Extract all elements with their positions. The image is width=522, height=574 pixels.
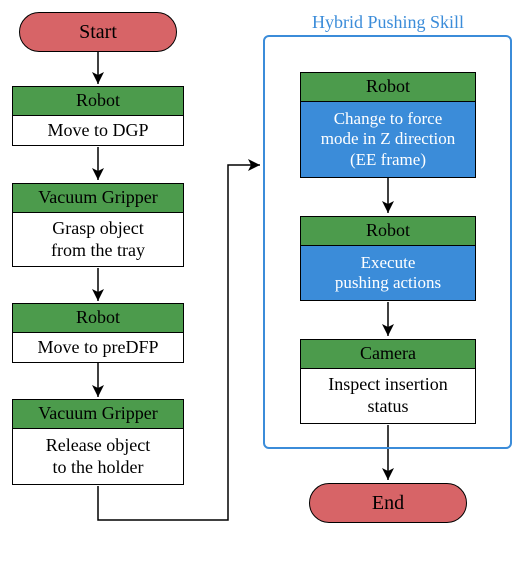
left-block-1-header-label: Robot (76, 90, 120, 112)
start-terminal: Start (19, 12, 177, 52)
left-block-4-body: Release object to the holder (12, 429, 184, 485)
end-terminal: End (309, 483, 467, 523)
skill-step-3-body-text: Inspect insertion status (328, 374, 447, 417)
left-block-2-body-text: Grasp object from the tray (51, 218, 145, 261)
skill-step-2-header: Robot (300, 216, 476, 246)
skill-step-3-header: Camera (300, 339, 476, 369)
left-block-4-body-text: Release object to the holder (46, 435, 150, 478)
skill-step-1-header: Robot (300, 72, 476, 102)
skill-step-1-body: Change to force mode in Z direction (EE … (300, 102, 476, 178)
skill-step-2-header-label: Robot (366, 220, 410, 242)
skill-step-2-body: Execute pushing actions (300, 246, 476, 301)
left-block-3-header-label: Robot (76, 307, 120, 329)
left-block-1-body-text: Move to DGP (47, 120, 148, 142)
left-block-4-header: Vacuum Gripper (12, 399, 184, 429)
skill-title-text: Hybrid Pushing Skill (312, 12, 464, 32)
left-block-2-body: Grasp object from the tray (12, 213, 184, 267)
end-label: End (372, 491, 404, 515)
skill-title: Hybrid Pushing Skill (288, 12, 488, 33)
start-label: Start (79, 20, 117, 44)
left-block-3-header: Robot (12, 303, 184, 333)
skill-step-3-header-label: Camera (360, 343, 416, 365)
left-block-1-header: Robot (12, 86, 184, 116)
left-block-1-body: Move to DGP (12, 116, 184, 146)
skill-step-2-body-text: Execute pushing actions (335, 253, 441, 294)
left-block-4-header-label: Vacuum Gripper (38, 403, 157, 425)
left-block-3-body: Move to preDFP (12, 333, 184, 363)
left-block-3-body-text: Move to preDFP (38, 337, 159, 359)
left-block-2-header: Vacuum Gripper (12, 183, 184, 213)
left-block-2-header-label: Vacuum Gripper (38, 187, 157, 209)
skill-step-1-header-label: Robot (366, 76, 410, 98)
skill-step-1-body-text: Change to force mode in Z direction (EE … (321, 109, 456, 170)
skill-step-3-body: Inspect insertion status (300, 369, 476, 424)
